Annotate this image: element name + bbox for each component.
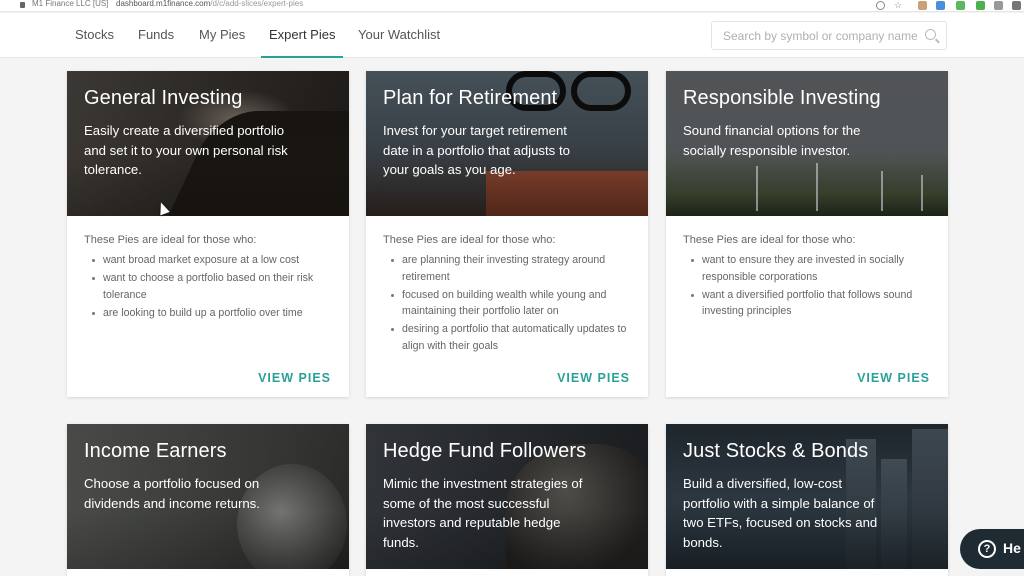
tab-my-pies[interactable]: My Pies	[199, 13, 245, 58]
card-title: Income Earners	[84, 440, 227, 462]
list-item: focused on building wealth while young a…	[383, 287, 631, 320]
list-item: are looking to build up a portfolio over…	[84, 305, 332, 322]
star-icon[interactable]: ☆	[894, 1, 903, 10]
search-icon[interactable]	[925, 29, 936, 40]
pie-category-card-plan-for-retirement[interactable]: Plan for Retirement Invest for your targ…	[366, 71, 648, 397]
extension-icon[interactable]	[1012, 1, 1021, 10]
search-box	[711, 21, 947, 50]
card-title: Just Stocks & Bonds	[683, 440, 869, 462]
url-domain: dashboard.m1finance.com	[116, 0, 211, 8]
tab-stocks[interactable]: Stocks	[75, 13, 114, 58]
url-text[interactable]: dashboard.m1finance.com/d/c/add-slices/e…	[116, 0, 303, 8]
extension-icon[interactable]	[918, 1, 927, 10]
card-body: These Pies are ideal for those who: are …	[366, 216, 648, 356]
extension-icon[interactable]	[956, 1, 965, 10]
extension-icon[interactable]	[994, 1, 1003, 10]
card-hero: Plan for Retirement Invest for your targ…	[366, 71, 648, 216]
pie-category-card-just-stocks-bonds[interactable]: Just Stocks & Bonds Build a diversified,…	[666, 424, 948, 576]
lock-icon	[20, 2, 25, 8]
card-description: Easily create a diversified portfolio an…	[84, 123, 288, 177]
card-description: Build a diversified, low-cost portfolio …	[683, 476, 878, 550]
pie-category-card-hedge-fund-followers[interactable]: Hedge Fund Followers Mimic the investmen…	[366, 424, 648, 576]
card-intro: These Pies are ideal for those who:	[383, 234, 556, 246]
card-hero: General Investing Easily create a divers…	[67, 71, 349, 216]
help-label: He	[1003, 540, 1021, 556]
card-body: These Pies are ideal for those who: want…	[67, 216, 349, 323]
card-hero: Just Stocks & Bonds Build a diversified,…	[666, 424, 948, 569]
question-icon: ?	[978, 540, 996, 558]
pie-category-card-general-investing[interactable]: General Investing Easily create a divers…	[67, 71, 349, 397]
browser-address-bar[interactable]: M1 Finance LLC [US] dashboard.m1finance.…	[0, 0, 1024, 12]
list-item: are planning their investing strategy ar…	[383, 252, 631, 285]
card-description: Invest for your target retirement date i…	[383, 123, 570, 177]
card-intro: These Pies are ideal for those who:	[683, 234, 856, 246]
card-hero: Responsible Investing Sound financial op…	[666, 71, 948, 216]
list-item: want to ensure they are invested in soci…	[683, 252, 931, 285]
tab-expert-pies[interactable]: Expert Pies	[260, 13, 345, 58]
zoom-icon[interactable]	[876, 1, 885, 10]
pie-category-card-responsible-investing[interactable]: Responsible Investing Sound financial op…	[666, 71, 948, 397]
url-path: /d/c/add-slices/expert-pies	[210, 0, 304, 8]
site-identity-label: M1 Finance LLC [US]	[32, 0, 109, 8]
card-title: General Investing	[84, 87, 243, 109]
card-description: Sound financial options for the socially…	[683, 123, 861, 158]
view-pies-link[interactable]: VIEW PIES	[857, 371, 930, 385]
card-description: Choose a portfolio focused on dividends …	[84, 476, 260, 511]
top-navigation: Stocks Funds My Pies Expert Pies Your Wa…	[0, 13, 1024, 58]
ideal-for-list: are planning their investing strategy ar…	[383, 252, 631, 354]
card-title: Plan for Retirement	[383, 87, 558, 109]
pie-category-card-income-earners[interactable]: Income Earners Choose a portfolio focuse…	[67, 424, 349, 576]
card-hero: Hedge Fund Followers Mimic the investmen…	[366, 424, 648, 569]
card-intro: These Pies are ideal for those who:	[84, 234, 257, 246]
card-hero: Income Earners Choose a portfolio focuse…	[67, 424, 349, 569]
ideal-for-list: want to ensure they are invested in soci…	[683, 252, 931, 320]
card-body: These Pies are ideal for those who: want…	[666, 216, 948, 321]
help-button[interactable]: ? He	[960, 529, 1024, 569]
list-item: want a diversified portfolio that follow…	[683, 287, 931, 320]
view-pies-link[interactable]: VIEW PIES	[258, 371, 331, 385]
card-description: Mimic the investment strategies of some …	[383, 476, 583, 550]
ideal-for-list: want broad market exposure at a low cost…	[84, 252, 332, 321]
card-title: Responsible Investing	[683, 87, 881, 109]
list-item: want to choose a portfolio based on thei…	[84, 270, 332, 303]
list-item: want broad market exposure at a low cost	[84, 252, 332, 269]
tab-your-watchlist[interactable]: Your Watchlist	[358, 13, 440, 58]
view-pies-link[interactable]: VIEW PIES	[557, 371, 630, 385]
extension-icon[interactable]	[976, 1, 985, 10]
search-input[interactable]	[712, 22, 917, 49]
list-item: desiring a portfolio that automatically …	[383, 321, 631, 354]
card-title: Hedge Fund Followers	[383, 440, 587, 462]
extension-icon[interactable]	[936, 1, 945, 10]
tab-funds[interactable]: Funds	[138, 13, 174, 58]
